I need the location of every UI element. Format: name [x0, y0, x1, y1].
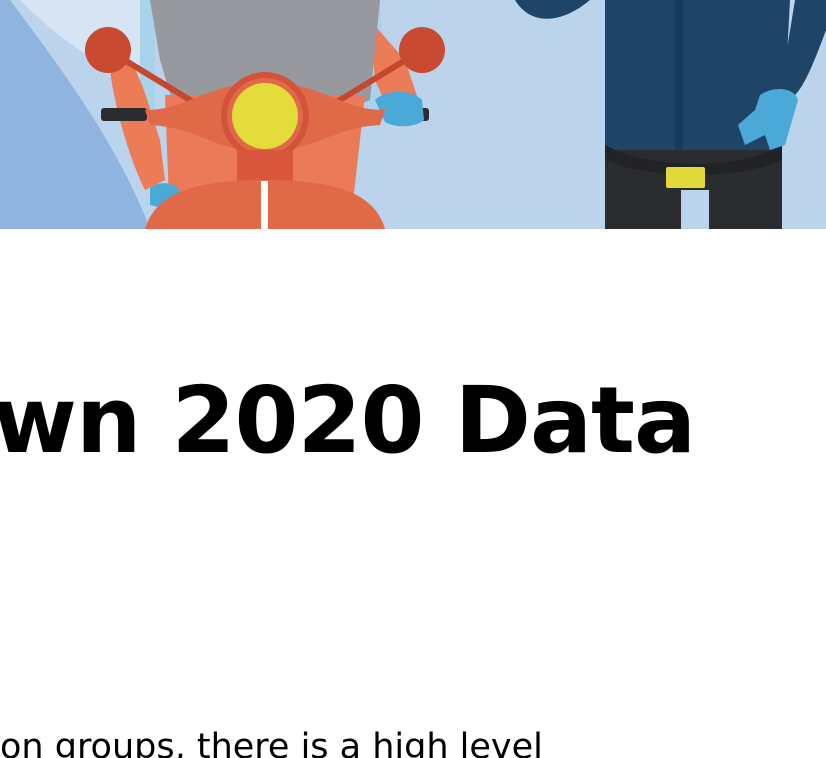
article-body-text: on groups, there is a high level — [0, 727, 543, 758]
belt-buckle — [666, 167, 705, 188]
hero-illustration — [0, 0, 826, 229]
article-page: wn 2020 Data on groups, there is a high … — [0, 0, 826, 758]
article-headline: wn 2020 Data — [0, 367, 696, 474]
